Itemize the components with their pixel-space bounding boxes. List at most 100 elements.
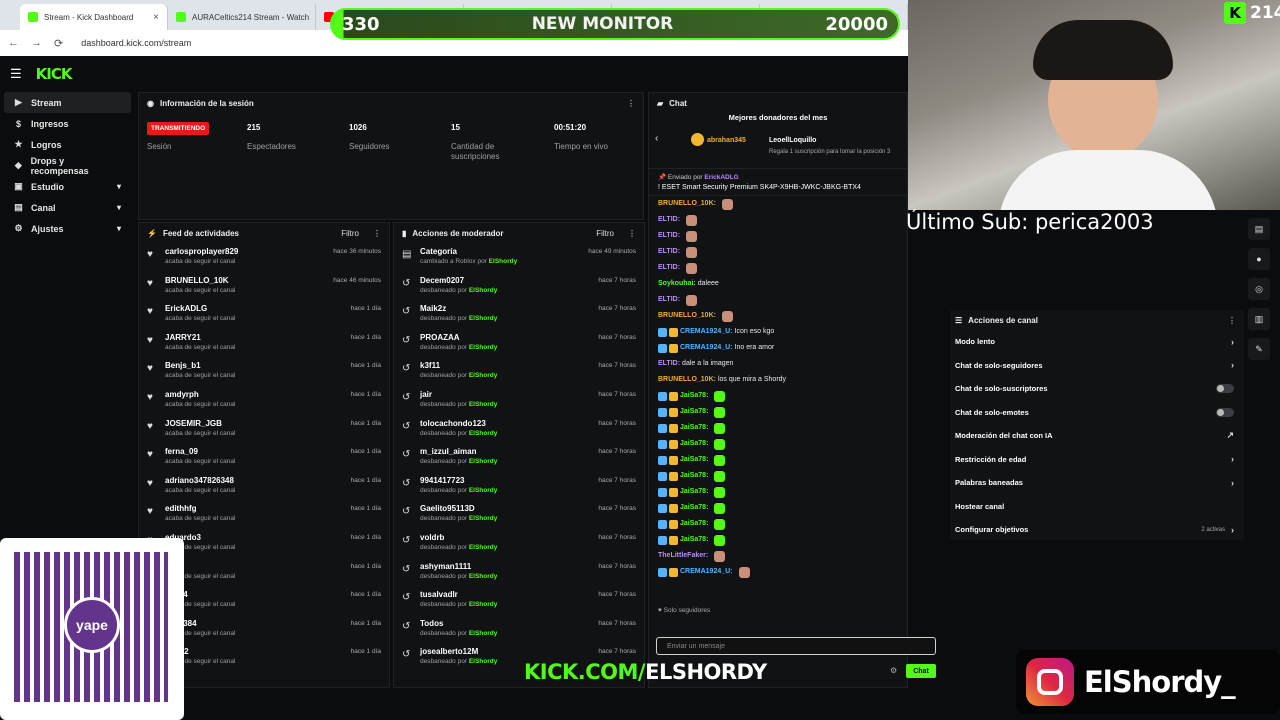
mod-target[interactable]: Gaelito95113D bbox=[420, 504, 497, 513]
follower-name[interactable]: edithhfg bbox=[165, 504, 235, 513]
list-item[interactable]: ↺ 9941417723 desbaneado por ElShordy hace 7… bbox=[394, 472, 644, 501]
chat-username[interactable]: Soykouhai: bbox=[658, 276, 696, 292]
browser-tab[interactable]: Stream - Kick Dashboard × bbox=[20, 4, 168, 30]
reload-icon[interactable]: ⟳ bbox=[54, 37, 63, 50]
channel-action-row[interactable]: Chat de solo-seguidores › bbox=[950, 354, 1244, 378]
mod-target[interactable]: Maik2z bbox=[420, 304, 497, 313]
mod-target[interactable]: Decem0207 bbox=[420, 276, 497, 285]
sidebar-item-canal[interactable]: ▤ Canal ▾ bbox=[4, 197, 131, 218]
channel-action-row[interactable]: Chat de solo-emotes bbox=[950, 401, 1244, 425]
list-item[interactable]: ▤ Categoría cambiado a Roblox por ElShordy… bbox=[394, 243, 644, 272]
sidebar-item-logros[interactable]: ★ Logros bbox=[4, 134, 131, 155]
list-item[interactable]: ♥ JOSEMIR_JGB acaba de seguir el canal hace… bbox=[139, 415, 389, 444]
mod-target[interactable]: jair bbox=[420, 390, 497, 399]
tool-icon[interactable]: ▤ bbox=[1248, 218, 1270, 240]
list-item[interactable]: ♥ adriano347826348 acaba de seguir el cana… bbox=[139, 472, 389, 501]
mod-target[interactable]: m_izzul_aiman bbox=[420, 447, 497, 456]
more-icon[interactable]: ⋮ bbox=[373, 229, 381, 238]
chat-username[interactable]: CREMA1924_U: bbox=[680, 340, 733, 356]
mod-target[interactable]: tolocachondo123 bbox=[420, 419, 497, 428]
follower-name[interactable]: JOSEMIR_JGB bbox=[165, 419, 235, 428]
list-item[interactable]: ↺ jair desbaneado por ElShordy hace 7 horas bbox=[394, 386, 644, 415]
sidebar-item-estudio[interactable]: ▣ Estudio ▾ bbox=[4, 176, 131, 197]
chat-username[interactable]: BRUNELLO_10K: bbox=[658, 196, 716, 212]
channel-action-row[interactable]: Configurar objetivos 2 activas › bbox=[950, 518, 1244, 542]
list-item[interactable]: ↺ m_izzul_aiman desbaneado por ElShordy hac… bbox=[394, 443, 644, 472]
chat-username[interactable]: BRUNELLO_10K: bbox=[658, 308, 716, 324]
url-field[interactable]: dashboard.kick.com/stream bbox=[81, 38, 191, 48]
moderator-name[interactable]: ElShordy bbox=[469, 630, 498, 637]
chat-username[interactable]: JaiSa78: bbox=[680, 516, 708, 532]
channel-action-row[interactable]: Modo lento › bbox=[950, 330, 1244, 354]
list-item[interactable]: ↺ k3f11 desbaneado por ElShordy hace 7 hora… bbox=[394, 357, 644, 386]
channel-action-row[interactable]: Moderación del chat con IA ↗ bbox=[950, 424, 1244, 448]
list-item[interactable]: ↺ Decem0207 desbaneado por ElShordy hace 7 … bbox=[394, 272, 644, 301]
moderator-name[interactable]: ElShordy bbox=[469, 315, 498, 322]
moderator-name[interactable]: ElShordy bbox=[469, 344, 498, 351]
chat-username[interactable]: JaiSa78: bbox=[680, 484, 708, 500]
chat-username[interactable]: ELTID: bbox=[658, 356, 680, 372]
hamburger-icon[interactable]: ☰ bbox=[10, 66, 22, 82]
chat-username[interactable]: ELTID: bbox=[658, 244, 680, 260]
mod-target[interactable]: Categoría bbox=[420, 247, 517, 256]
mod-target[interactable]: voldrb bbox=[420, 533, 497, 542]
moderator-name[interactable]: ElShordy bbox=[469, 287, 498, 294]
donor-2[interactable]: LeoellLoquillo bbox=[769, 137, 816, 144]
more-icon[interactable]: ⋮ bbox=[1228, 316, 1236, 325]
list-item[interactable]: ♥ edithhfg acaba de seguir el canal hace 1 … bbox=[139, 500, 389, 529]
sidebar-item-drops[interactable]: ◆ Drops y recompensas bbox=[4, 155, 131, 176]
pinned-user[interactable]: ErickADLG bbox=[704, 174, 738, 181]
channel-action-row[interactable]: Restricción de edad › bbox=[950, 448, 1244, 472]
kick-logo[interactable]: KICK bbox=[36, 65, 73, 83]
broadcast-icon[interactable]: ◎ bbox=[1248, 278, 1270, 300]
chat-username[interactable]: TheLittleFaker: bbox=[658, 548, 708, 564]
chat-username[interactable]: JaiSa78: bbox=[680, 404, 708, 420]
forward-icon[interactable]: → bbox=[31, 37, 42, 49]
back-icon[interactable]: ← bbox=[8, 37, 19, 49]
more-icon[interactable]: ⋮ bbox=[627, 99, 635, 108]
list-item[interactable]: ♥ Benjs_b1 acaba de seguir el canal hace 1 … bbox=[139, 357, 389, 386]
mod-target[interactable]: josealberto12M bbox=[420, 647, 497, 656]
chat-username[interactable]: ELTID: bbox=[658, 212, 680, 228]
chat-username[interactable]: JaiSa78: bbox=[680, 468, 708, 484]
list-item[interactable]: ♥ carlosproplayer829 acaba de seguir el ca… bbox=[139, 243, 389, 272]
list-item[interactable]: ↺ Todos desbaneado por ElShordy hace 7 hora… bbox=[394, 615, 644, 644]
channel-action-row[interactable]: Hostear canal bbox=[950, 495, 1244, 519]
settings-icon[interactable]: ⚙ bbox=[890, 666, 897, 675]
chat-username[interactable]: CREMA1924_U: bbox=[680, 324, 733, 340]
list-item[interactable]: ↺ voldrb desbaneado por ElShordy hace 7 hor… bbox=[394, 529, 644, 558]
moderator-name[interactable]: ElShordy bbox=[469, 401, 498, 408]
toggle-switch[interactable] bbox=[1216, 407, 1234, 417]
chat-username[interactable]: JaiSa78: bbox=[680, 532, 708, 548]
list-item[interactable]: ♥ BRUNELLO_10K acaba de seguir el canal hac… bbox=[139, 272, 389, 301]
moderator-name[interactable]: ElShordy bbox=[489, 258, 518, 265]
filter-button[interactable]: Filtro bbox=[596, 229, 614, 238]
follower-name[interactable]: JARRY21 bbox=[165, 333, 235, 342]
moderator-name[interactable]: ElShordy bbox=[469, 515, 498, 522]
mod-target[interactable]: 9941417723 bbox=[420, 476, 497, 485]
chat-input[interactable]: Enviar un mensaje bbox=[656, 637, 936, 655]
chat-bubble-icon[interactable]: ● bbox=[1248, 248, 1270, 270]
chat-username[interactable]: CREMA1924_U: bbox=[680, 564, 733, 580]
mod-target[interactable]: ashyman1111 bbox=[420, 562, 497, 571]
follower-name[interactable]: amdyrph bbox=[165, 390, 235, 399]
follower-name[interactable]: BRUNELLO_10K bbox=[165, 276, 235, 285]
layers-icon[interactable]: ▥ bbox=[1248, 308, 1270, 330]
donor-1[interactable]: abrahan345 bbox=[707, 137, 746, 144]
follower-name[interactable]: ErickADLG bbox=[165, 304, 235, 313]
moderator-name[interactable]: ElShordy bbox=[469, 372, 498, 379]
sidebar-item-stream[interactable]: ▶ Stream bbox=[4, 92, 131, 113]
chat-username[interactable]: ELTID: bbox=[658, 260, 680, 276]
moderator-name[interactable]: ElShordy bbox=[469, 458, 498, 465]
browser-tab[interactable]: AURACeltics214 Stream - Watch× bbox=[168, 4, 316, 30]
more-icon[interactable]: ⋮ bbox=[628, 229, 636, 238]
mod-target[interactable]: Todos bbox=[420, 619, 497, 628]
list-item[interactable]: ↺ Maik2z desbaneado por ElShordy hace 7 hor… bbox=[394, 300, 644, 329]
chat-username[interactable]: JaiSa78: bbox=[680, 420, 708, 436]
list-item[interactable]: ♥ JARRY21 acaba de seguir el canal hace 1 d… bbox=[139, 329, 389, 358]
chat-username[interactable]: BRUNELLO_10K: bbox=[658, 372, 716, 388]
mod-target[interactable]: PROAZAA bbox=[420, 333, 497, 342]
sidebar-item-ajustes[interactable]: ⚙ Ajustes ▾ bbox=[4, 218, 131, 239]
moderator-name[interactable]: ElShordy bbox=[469, 601, 498, 608]
chat-username[interactable]: JaiSa78: bbox=[680, 452, 708, 468]
